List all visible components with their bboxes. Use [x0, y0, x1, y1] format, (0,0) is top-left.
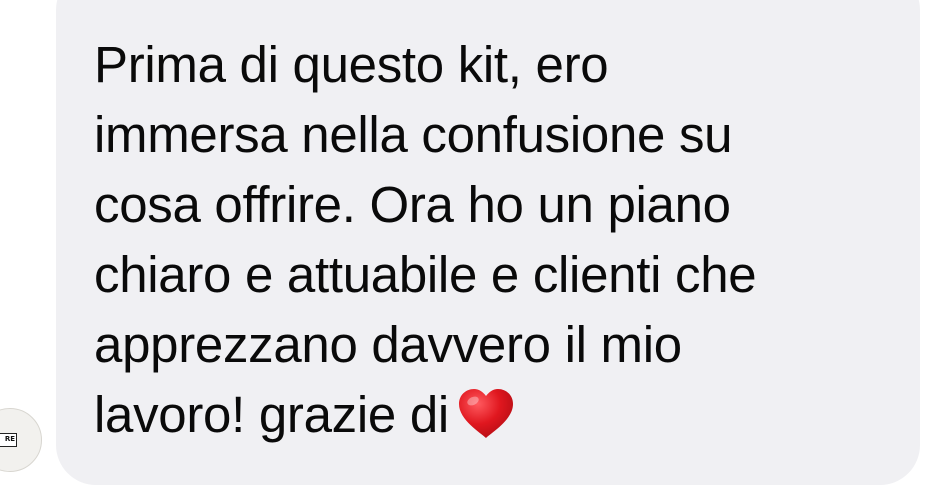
- message-line-text: lavoro! grazie di: [94, 386, 449, 443]
- avatar[interactable]: RE: [0, 408, 42, 472]
- message-line: chiaro e attuabile e clienti che: [94, 246, 757, 303]
- message-line: immersa nella confusione su: [94, 106, 733, 163]
- message-line: cosa offrire. Ora ho un piano: [94, 176, 731, 233]
- message-text: Prima di questo kit, ero immersa nella c…: [94, 30, 894, 450]
- avatar-logo: RE: [0, 433, 17, 447]
- message-line-last: lavoro! grazie di: [94, 380, 894, 450]
- chat-view: RE Prima di questo kit, ero immersa nell…: [0, 0, 945, 498]
- message-line: Prima di questo kit, ero: [94, 36, 609, 93]
- heart-icon: [458, 389, 513, 438]
- message-line: apprezzano davvero il mio: [94, 316, 682, 373]
